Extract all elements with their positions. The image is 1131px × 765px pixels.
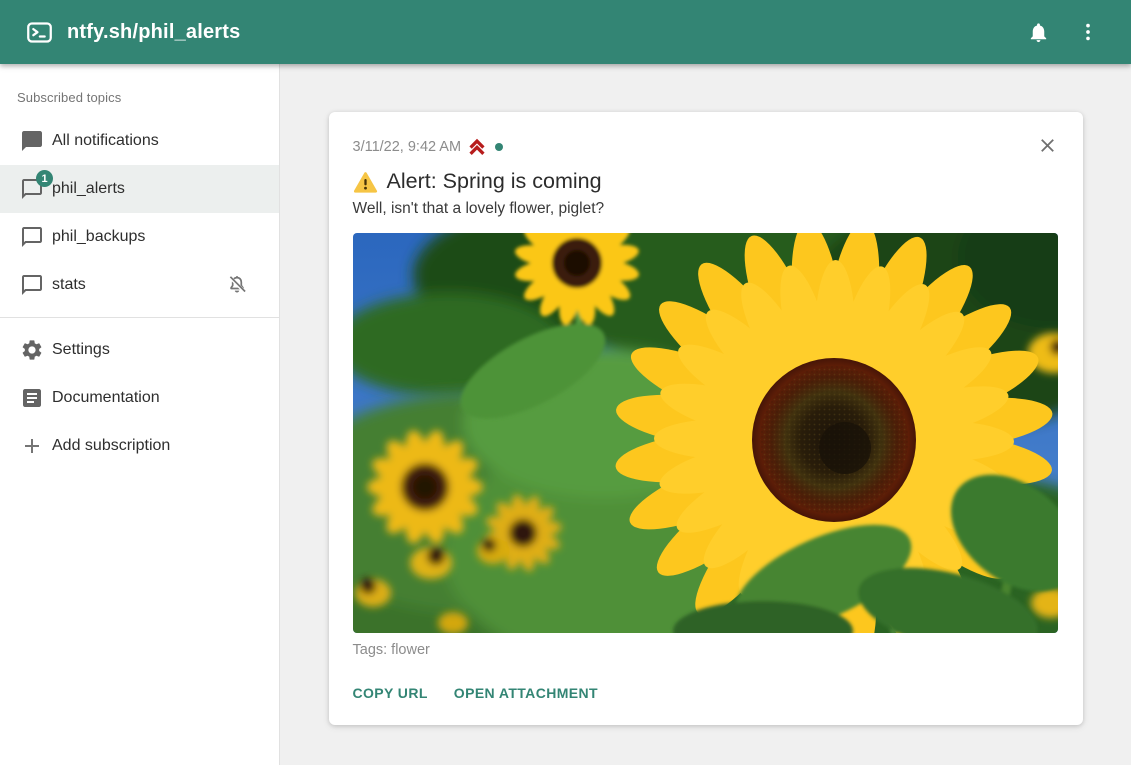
gear-icon [20,338,44,362]
subscribed-topics-caption: Subscribed topics [17,90,279,105]
notifications-muted-icon [225,273,249,297]
chat-bubble-outline-icon [20,225,44,249]
unread-count-badge: 1 [36,170,53,187]
sidebar-item-phil-backups[interactable]: phil_backups [0,213,279,261]
main-content: 3/11/22, 9:42 AM [280,64,1131,765]
copy-url-button[interactable]: COPY URL [353,679,428,707]
notification-tags: Tags: flower [353,642,1059,658]
ntfy-terminal-logo-icon [26,19,53,46]
chat-bubble-filled-icon [20,129,44,153]
notification-card: 3/11/22, 9:42 AM [329,112,1083,725]
sidebar: Subscribed topics All notifications 1 ph… [0,64,280,765]
page-title: ntfy.sh/phil_alerts [67,21,240,44]
sidebar-item-label: Add subscription [52,434,170,458]
priority-high-icon [466,136,488,158]
sidebar-item-label: Settings [52,338,110,362]
sidebar-item-add-subscription[interactable]: Add subscription [0,422,279,470]
sidebar-item-all-notifications[interactable]: All notifications [0,117,279,165]
close-icon [1037,135,1058,156]
notification-title: Alert: Spring is coming [387,169,602,194]
sidebar-item-settings[interactable]: Settings [0,326,279,374]
notification-actions: COPY URL OPEN ATTACHMENT [353,679,1059,707]
sidebar-item-documentation[interactable]: Documentation [0,374,279,422]
sidebar-item-label: stats [52,273,86,297]
sidebar-item-label: All notifications [52,129,159,153]
open-attachment-button[interactable]: OPEN ATTACHMENT [454,679,598,707]
close-notification-button[interactable] [1033,130,1063,160]
notifications-button[interactable] [1017,11,1059,53]
attachment-image-sunflowers[interactable] [353,233,1058,633]
warning-emoji-icon [353,171,378,194]
appbar: ntfy.sh/phil_alerts [0,0,1131,64]
sidebar-item-label: phil_alerts [52,177,125,201]
chat-bubble-outline-icon [20,273,44,297]
notification-title-row: Alert: Spring is coming [353,169,1059,194]
sidebar-item-label: Documentation [52,386,160,410]
overflow-menu-button[interactable] [1067,11,1109,53]
article-icon [20,386,44,410]
notification-header: 3/11/22, 9:42 AM [353,134,1059,160]
unread-dot [495,143,503,151]
notification-timestamp: 3/11/22, 9:42 AM [353,139,462,155]
sidebar-item-label: phil_backups [52,225,145,249]
plus-icon [20,434,44,458]
chat-bubble-outline-icon: 1 [20,177,44,201]
sidebar-divider [0,317,279,318]
sidebar-item-stats[interactable]: stats [0,261,279,309]
vertical-dots-icon [1077,21,1099,43]
sidebar-item-phil-alerts[interactable]: 1 phil_alerts [0,165,279,213]
notification-body: Well, isn't that a lovely flower, piglet… [353,200,1059,218]
bell-icon [1027,21,1050,44]
